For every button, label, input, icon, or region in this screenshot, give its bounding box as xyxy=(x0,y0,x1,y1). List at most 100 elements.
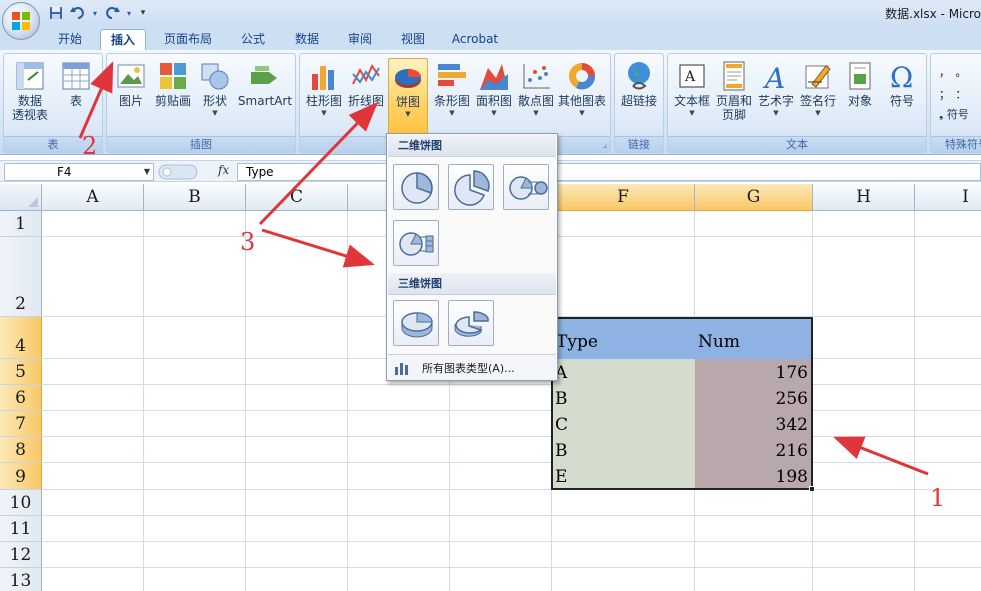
all-chart-types-item[interactable]: 所有图表类型(A)... xyxy=(388,354,556,380)
table-cell-type[interactable]: B xyxy=(553,437,695,463)
signature-line-button[interactable]: 签名行 ▼ xyxy=(796,58,840,132)
all-chart-types-label: 所有图表类型(A)... xyxy=(422,362,515,375)
table-cell-type[interactable]: E xyxy=(553,463,695,488)
pie-3d-option[interactable] xyxy=(393,300,439,346)
row-header-8[interactable]: 8 xyxy=(0,437,42,463)
bar-of-pie-icon xyxy=(399,232,434,256)
column-header-b[interactable]: B xyxy=(144,184,246,211)
row-header-11[interactable]: 11 xyxy=(0,516,42,542)
clipart-button[interactable]: 剪贴画 xyxy=(151,58,195,132)
pivot-table-button[interactable]: 数据 透视表 xyxy=(8,58,52,132)
table-cell-num[interactable]: 198 xyxy=(695,463,811,488)
column-chart-button[interactable]: 柱形图 ▼ xyxy=(302,58,346,132)
picture-label: 图片 xyxy=(118,94,143,108)
gridline xyxy=(245,211,246,591)
line-chart-button[interactable]: 折线图 ▼ xyxy=(344,58,388,132)
pie-2d-option[interactable] xyxy=(393,164,439,210)
smartart-button[interactable]: SmartArt xyxy=(237,58,293,132)
hyperlink-label: 超链接 xyxy=(620,94,657,108)
row-header-13[interactable]: 13 xyxy=(0,568,42,591)
row-header-12[interactable]: 12 xyxy=(0,542,42,568)
tab-formulas[interactable]: 公式 xyxy=(230,29,276,50)
row-header-6[interactable]: 6 xyxy=(0,385,42,411)
textbox-button[interactable]: A 文本框 ▼ xyxy=(670,58,714,132)
row-header-5[interactable]: 5 xyxy=(0,359,42,385)
save-icon[interactable] xyxy=(46,3,66,23)
table-cell-num[interactable]: 342 xyxy=(695,411,811,437)
tab-data[interactable]: 数据 xyxy=(284,29,330,50)
column-header-h[interactable]: H xyxy=(813,184,915,211)
shapes-button[interactable]: 形状 ▼ xyxy=(193,58,237,132)
svg-text:A: A xyxy=(684,69,696,85)
pie-of-pie-option[interactable] xyxy=(503,164,549,210)
row-header-4[interactable]: 4 xyxy=(0,317,42,359)
tab-acrobat[interactable]: Acrobat xyxy=(444,29,506,50)
row-header-9[interactable]: 9 xyxy=(0,463,42,490)
undo-icon[interactable] xyxy=(68,3,88,23)
tab-page-layout[interactable]: 页面布局 xyxy=(155,29,221,50)
picture-button[interactable]: 图片 xyxy=(109,58,153,132)
table-cell-type[interactable]: A xyxy=(553,359,695,385)
office-button[interactable] xyxy=(2,2,40,40)
name-box-dropdown-icon[interactable]: ▼ xyxy=(144,164,150,180)
hyperlink-button[interactable]: 超链接 xyxy=(617,58,661,132)
table-cell-type[interactable]: B xyxy=(553,385,695,411)
omega-icon: Ω xyxy=(890,61,913,92)
undo-dropdown-icon[interactable]: ▾ xyxy=(90,3,100,23)
formula-bar-toggle-icon[interactable] xyxy=(158,163,198,181)
tab-home[interactable]: 开始 xyxy=(47,29,93,50)
bar-chart-button[interactable]: 条形图 ▼ xyxy=(430,58,474,132)
name-box[interactable]: F4 ▼ xyxy=(4,163,154,181)
row-header-7[interactable]: 7 xyxy=(0,411,42,437)
textbox-label: 文本框 xyxy=(673,94,710,108)
special-symbol-grid[interactable]: ， 。； ： xyxy=(939,62,967,106)
tab-view[interactable]: 视图 xyxy=(390,29,436,50)
table-cell-num[interactable]: 176 xyxy=(695,359,811,385)
symbol-label: 符号 xyxy=(889,94,914,108)
pie-chart-button[interactable]: 饼图 ▼ xyxy=(388,58,428,138)
object-button[interactable]: 对象 xyxy=(838,58,882,132)
table-cell-num[interactable]: 256 xyxy=(695,385,811,411)
column-header-i[interactable]: I xyxy=(915,184,981,211)
bar-of-pie-option[interactable] xyxy=(393,220,439,266)
special-symbol-button[interactable]: ❟ 符号 xyxy=(939,106,969,122)
tab-review[interactable]: 审阅 xyxy=(337,29,383,50)
row-header-1[interactable]: 1 xyxy=(0,211,42,237)
line-chart-icon xyxy=(352,63,380,85)
column-chart-icon xyxy=(312,66,334,90)
annotation-number-2: 2 xyxy=(82,132,98,160)
table-cell-num[interactable]: 216 xyxy=(695,437,811,463)
table-header-type[interactable]: Type xyxy=(553,319,695,359)
insert-function-icon[interactable]: fx xyxy=(218,163,229,177)
other-charts-button[interactable]: 其他图表 ▼ xyxy=(556,58,608,132)
column-header-a[interactable]: A xyxy=(42,184,144,211)
fill-handle[interactable] xyxy=(809,486,815,492)
exploded-pie-3d-option[interactable] xyxy=(448,300,494,346)
exploded-pie-2d-option[interactable] xyxy=(448,164,494,210)
select-all-button[interactable] xyxy=(0,184,42,211)
gridline xyxy=(42,410,981,411)
row-header-2[interactable]: 2 xyxy=(0,237,42,317)
row-header-7-label: 7 xyxy=(15,414,26,434)
customize-qat-icon[interactable]: ▾ xyxy=(136,3,150,23)
charts-dialog-launcher-icon[interactable]: ⌟ xyxy=(603,140,607,150)
tab-insert[interactable]: 插入 xyxy=(100,29,146,50)
table-header-num[interactable]: Num xyxy=(695,319,811,359)
redo-icon[interactable] xyxy=(102,3,122,23)
data-table-selection[interactable]: Type Num A 176 B 256 C 342 B 216 E 198 xyxy=(551,317,813,490)
column-header-f[interactable]: F xyxy=(552,184,695,211)
redo-dropdown-icon[interactable]: ▾ xyxy=(124,3,134,23)
column-header-c[interactable]: C xyxy=(246,184,348,211)
scatter-chart-button[interactable]: 散点图 ▼ xyxy=(514,58,558,132)
formula-input[interactable]: Type xyxy=(237,163,981,181)
table-cell-type[interactable]: C xyxy=(553,411,695,437)
table-button[interactable]: 表 xyxy=(54,58,98,132)
area-chart-button[interactable]: 面积图 ▼ xyxy=(472,58,516,132)
row-header-10[interactable]: 10 xyxy=(0,490,42,516)
area-chart-label: 面积图 xyxy=(475,94,512,108)
wordart-button[interactable]: A 艺术字 ▼ xyxy=(754,58,798,132)
column-header-g[interactable]: G xyxy=(695,184,813,211)
symbol-button[interactable]: Ω 符号 xyxy=(880,58,924,132)
pivot-table-icon xyxy=(16,62,44,90)
header-footer-button[interactable]: 页眉和 页脚 xyxy=(712,58,756,132)
